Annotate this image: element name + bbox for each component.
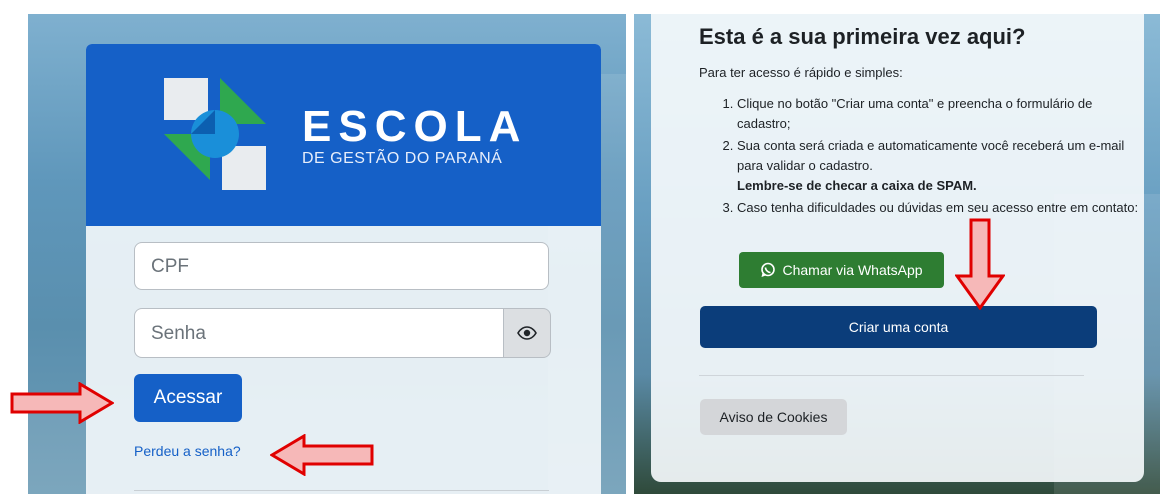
password-input[interactable]: Senha [134,308,503,358]
step-2: Sua conta será criada e automaticamente … [737,136,1144,196]
create-account-button[interactable]: Criar uma conta [700,306,1097,348]
password-group: Senha [134,308,551,358]
whatsapp-button[interactable]: Chamar via WhatsApp [739,252,944,288]
arrow-left-annotation [270,434,374,476]
brand-header: ESCOLA DE GESTÃO DO PARANÁ [86,44,601,226]
escola-logo-icon [164,78,266,190]
spam-warning: Lembre-se de checar a caixa de SPAM. [737,178,977,193]
lost-password-link[interactable]: Perdeu a senha? [134,443,241,459]
divider [134,490,549,491]
acessar-button[interactable]: Acessar [134,374,242,422]
step-3: Caso tenha dificuldades ou dúvidas em se… [737,198,1144,218]
login-card: ESCOLA DE GESTÃO DO PARANÁ CPF Senha Ace… [86,44,601,494]
signup-steps: Clique no botão "Criar uma conta" e pree… [699,94,1144,220]
signup-intro: Para ter acesso é rápido e simples: [699,65,903,80]
logo-subtitle: DE GESTÃO DO PARANÁ [302,150,503,167]
signup-heading: Esta é a sua primeira vez aqui? [699,24,1026,49]
logo-title: ESCOLA [302,102,528,151]
whatsapp-icon [761,262,776,277]
arrow-down-annotation [955,218,1005,310]
whatsapp-label: Chamar via WhatsApp [782,262,923,278]
cpf-input[interactable]: CPF [134,242,549,290]
show-password-icon[interactable] [503,308,551,358]
signup-card: Esta é a sua primeira vez aqui? Para ter… [651,14,1144,482]
arrow-right-annotation [10,382,114,424]
divider [699,375,1084,376]
cookies-button[interactable]: Aviso de Cookies [700,399,847,435]
step-1: Clique no botão "Criar uma conta" e pree… [737,94,1144,134]
